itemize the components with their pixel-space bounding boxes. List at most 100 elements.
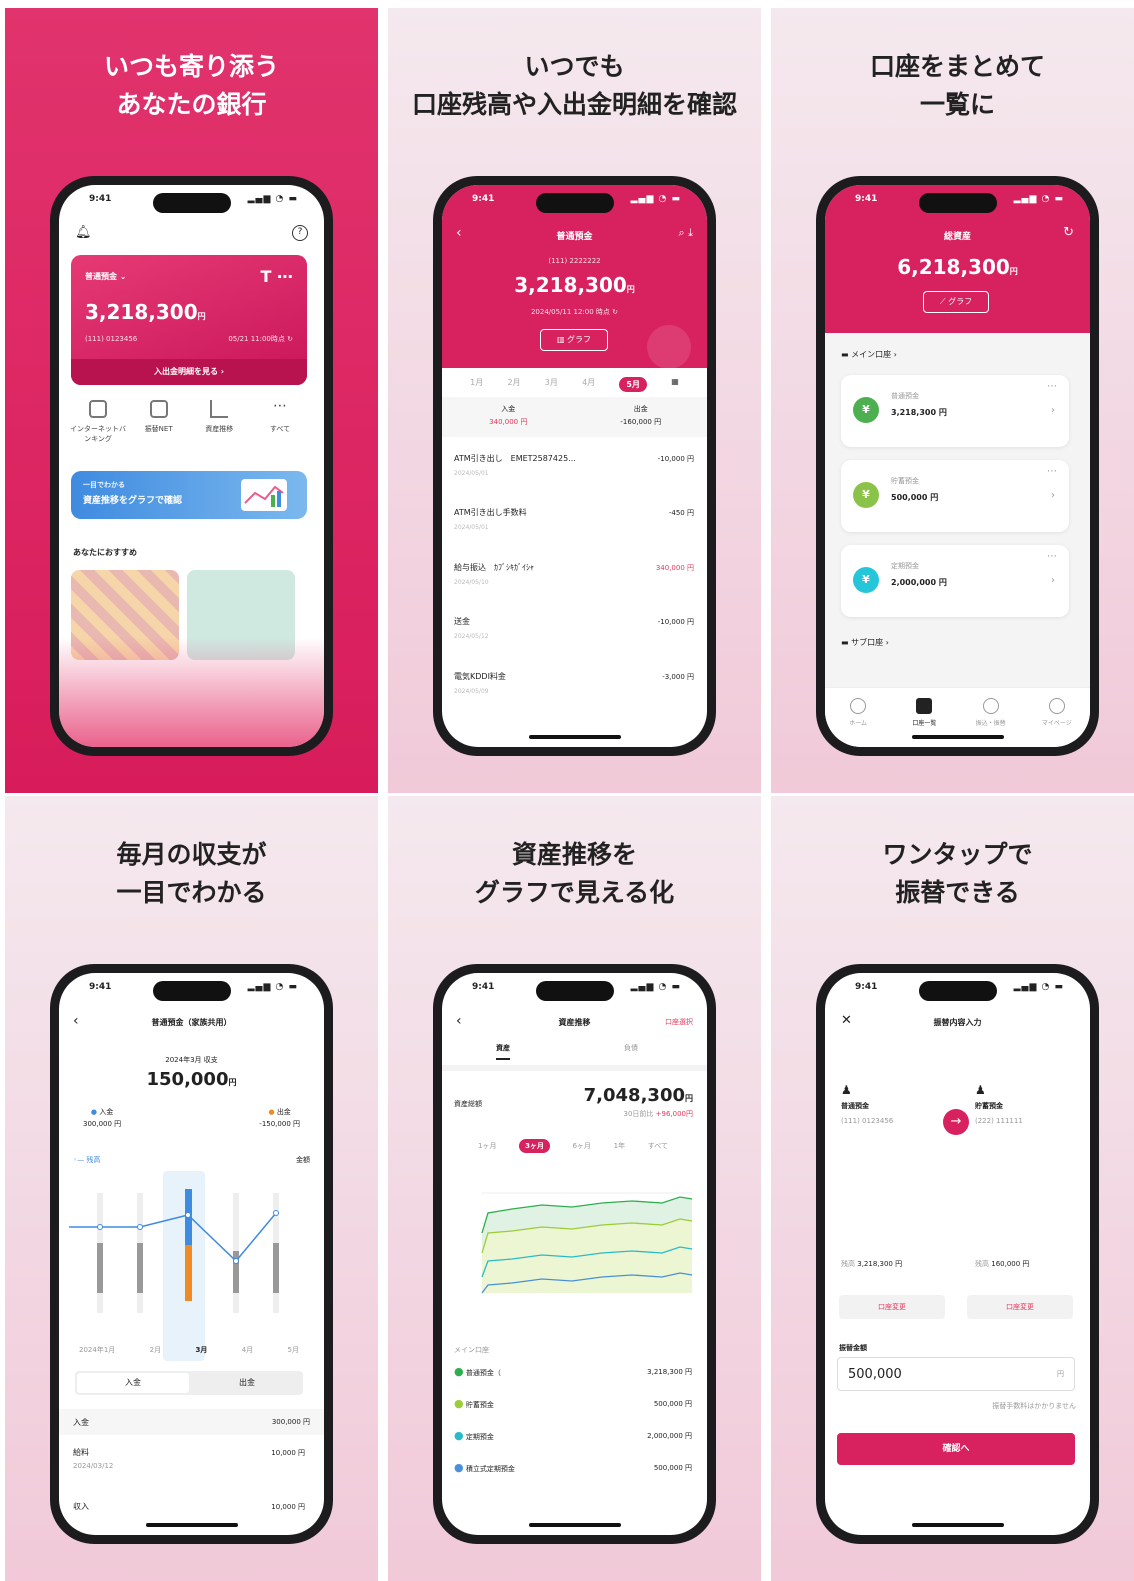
yen-bag-icon <box>647 325 691 369</box>
account-row[interactable]: ● 普通預金（ 3,218,300 円 <box>454 1365 692 1378</box>
dynamic-island <box>535 193 614 213</box>
monthly-balance: 150,000 <box>146 1069 229 1090</box>
menu-asset-trend[interactable]: 資産推移 <box>190 400 248 444</box>
signal-wifi-battery-icon: ▂▄▆ ◔ ▬ <box>247 194 298 204</box>
tab-month[interactable]: 1月 <box>470 377 483 392</box>
phone-screen: 9:41 ▂▄▆ ◔ ▬ 総資産 ↻ 6,218,300円 ⟋ グラフ ▬ メイン… <box>825 185 1090 747</box>
search-download-icon[interactable]: ⌕ ⤓ <box>678 226 693 240</box>
panel-transfer: ワンタップで 振替できる 9:41 ▂▄▆ ◔ ▬ ✕ 振替内容入力 ♟ 普通預金… <box>771 796 1134 1581</box>
tab-mypage[interactable]: マイページ <box>1037 698 1077 747</box>
graph-illustration-icon <box>241 479 287 511</box>
amount-input[interactable]: 500,000 円 <box>837 1357 1075 1391</box>
phone-mockup: 9:41 ▂▄▆ ◔ ▬ ‹ 普通預金 ⌕ ⤓ (111) 2222222 3,2… <box>433 176 716 756</box>
more-icon[interactable]: ⋯ <box>1047 466 1057 477</box>
transaction-row[interactable]: ATM引き出し EMET2587425... -10,000 円 2024/05/0… <box>454 453 694 477</box>
home-icon <box>850 698 867 714</box>
account-card[interactable]: 普通預金 ⌄ T ⋯ 3,218,300円 (111) 0123456 05/21 … <box>71 255 307 385</box>
bank-logo-icon: T ⋯ <box>260 267 293 286</box>
bell-icon[interactable]: 🔔︎ <box>75 225 92 240</box>
refresh-icon[interactable]: ↻ <box>287 335 293 343</box>
account-row[interactable]: ● 定期預金 2,000,000 円 <box>454 1429 692 1442</box>
account-row[interactable]: ● 積立式定期預金 500,000 円 <box>454 1461 692 1474</box>
user-icon <box>1048 698 1065 714</box>
panel-headline: 毎月の収支が 一目でわかる <box>116 840 267 907</box>
account-row[interactable]: ● 貯蓄預金 500,000 円 <box>454 1397 692 1410</box>
account-item[interactable]: ¥ 貯蓄預金 500,000 円 ⋯ › <box>841 460 1069 532</box>
account-item[interactable]: ¥ 普通預金 3,218,300 円 ⋯ › <box>841 375 1069 447</box>
panel-headline: ワンタップで 振替できる <box>882 840 1033 907</box>
range-selected[interactable]: 3ヶ月 <box>519 1139 550 1153</box>
change-account-button[interactable]: 口座変更 <box>839 1295 945 1319</box>
change-account-button[interactable]: 口座変更 <box>967 1295 1073 1319</box>
range-tabs: 1ヶ月 3ヶ月 6ヶ月 1年 すべて <box>478 1139 668 1153</box>
account-item[interactable]: ¥ 定期預金 2,000,000 円 ⋯ › <box>841 545 1069 617</box>
phone-screen: 9:41 ▂▄▆ ◔ ▬ ✕ 振替内容入力 ♟ 普通預金 (111) 012345… <box>825 973 1090 1535</box>
screen-title: 普通預金（家族共用） <box>151 1018 232 1027</box>
help-icon[interactable]: ? <box>292 225 308 241</box>
more-icon[interactable]: ⋯ <box>1047 551 1057 562</box>
more-icon[interactable]: ⋯ <box>1047 381 1057 392</box>
menu-all[interactable]: ⋯ すべて <box>251 398 309 444</box>
phone-screen: 9:41 ▂▄▆ ◔ ▬ ‹ 普通預金（家族共用） 2024年3月 収支 150,… <box>59 973 324 1535</box>
panel-accounts: 口座をまとめて 一覧に 9:41 ▂▄▆ ◔ ▬ 総資産 ↻ 6,218,300円… <box>771 8 1134 793</box>
menu-internet-banking[interactable]: インターネットバンキング <box>69 400 127 444</box>
select-account-link[interactable]: 口座選択 <box>665 1017 693 1027</box>
from-account: ♟ 普通預金 (111) 0123456 <box>841 1083 941 1125</box>
transaction-row[interactable]: ATM引き出し手数料 -450 円 2024/05/01 <box>454 507 694 531</box>
phone-mockup: 9:41 ▂▄▆ ◔ ▬ ✕ 振替内容入力 ♟ 普通預金 (111) 012345… <box>816 964 1099 1544</box>
calendar-icon[interactable]: ▦ <box>671 377 679 392</box>
sub-account-section[interactable]: ▬ サブ口座 › <box>841 637 889 648</box>
refresh-icon[interactable]: ↻ <box>612 308 618 316</box>
phone-icon <box>89 400 107 418</box>
transaction-row[interactable]: 収入 10,000 円 <box>73 1501 305 1512</box>
tab-liabilities[interactable]: 負債 <box>624 1043 638 1053</box>
tab-accounts[interactable]: 口座一覧 <box>904 698 944 747</box>
balance-amount: 3,218,300 <box>514 273 627 297</box>
line-legend-icon: ◦— <box>73 1156 85 1164</box>
asset-graph-banner[interactable]: 一目でわかる 資産推移をグラフで確認 <box>71 471 307 519</box>
total-balance: 6,218,300 <box>897 255 1010 279</box>
screen-title: 振替内容入力 <box>933 1018 982 1027</box>
seg-income[interactable]: 入金 <box>77 1373 189 1393</box>
statement-link[interactable]: 入出金明細を見る › <box>71 359 307 385</box>
confirm-button[interactable]: 確認へ <box>837 1433 1075 1465</box>
phone-screen: 9:41 ▂▄▆ ◔ ▬ ‹ 資産推移 口座選択 資産 負債 資産総額 7,048… <box>442 973 707 1535</box>
tab-month-selected[interactable]: 5月 <box>619 377 647 392</box>
chevron-right-icon: › <box>1051 575 1055 586</box>
panel-headline: いつも寄り添う あなたの銀行 <box>103 52 279 119</box>
phone-mockup: 9:41 ▂▄▆ ◔ ▬ 🔔︎ ? 普通預金 ⌄ T ⋯ 3,218,300円 (1… <box>50 176 333 756</box>
transaction-row[interactable]: 給与振込 ｶﾌﾞｼｷｶﾞｲｼｬ 340,000 円 2024/05/10 <box>454 562 694 586</box>
transaction-row[interactable]: 電気KDDI料金 -3,000 円 2024/05/09 <box>454 671 694 695</box>
graph-button[interactable]: ⟋ グラフ <box>923 291 989 313</box>
quick-menu: インターネットバンキング 振替NET 資産推移 ⋯ すべて <box>69 398 309 444</box>
arrow-right-icon: → <box>943 1109 969 1135</box>
home-indicator <box>911 1523 1004 1527</box>
tab-home[interactable]: ホーム <box>838 698 878 747</box>
transaction-row[interactable]: 送金 -10,000 円 2024/05/12 <box>454 616 694 640</box>
tab-month[interactable]: 4月 <box>582 377 595 392</box>
tab-assets[interactable]: 資産 <box>496 1043 510 1060</box>
tab-transfer[interactable]: 振込・振替 <box>971 698 1011 747</box>
refresh-icon[interactable]: ↻ <box>1063 225 1074 240</box>
menu-transfer-net[interactable]: 振替NET <box>130 400 188 444</box>
main-account-section[interactable]: ▬ メイン口座 › <box>841 349 897 360</box>
monthly-summary: 入金 340,000 円 出金 -160,000 円 <box>442 397 707 437</box>
panel-headline: 資産推移を グラフで見える化 <box>474 840 675 907</box>
signal-wifi-battery-icon: ▂▄▆ ◔ ▬ <box>630 982 681 992</box>
signal-wifi-battery-icon: ▂▄▆ ◔ ▬ <box>630 194 681 204</box>
panel-headline: いつでも 口座残高や入出金明細を確認 <box>411 52 737 119</box>
graph-button[interactable]: ▥ グラフ <box>540 329 608 351</box>
expense-value: -160,000 円 <box>620 418 662 426</box>
dynamic-island <box>152 193 231 213</box>
transaction-row[interactable]: 給料 10,000 円 2024/03/12 <box>73 1447 305 1470</box>
seg-expense[interactable]: 出金 <box>191 1371 303 1395</box>
phone-screen: 9:41 ▂▄▆ ◔ ▬ 🔔︎ ? 普通預金 ⌄ T ⋯ 3,218,300円 (1… <box>59 185 324 747</box>
dynamic-island <box>918 981 997 1001</box>
tab-month[interactable]: 2月 <box>507 377 520 392</box>
panel-headline: 口座をまとめて 一覧に <box>869 52 1045 119</box>
card-icon <box>916 698 933 714</box>
more-icon: ⋯ <box>272 398 287 414</box>
tab-month[interactable]: 3月 <box>545 377 558 392</box>
chevron-right-icon: › <box>1051 405 1055 416</box>
home-indicator <box>145 1523 238 1527</box>
